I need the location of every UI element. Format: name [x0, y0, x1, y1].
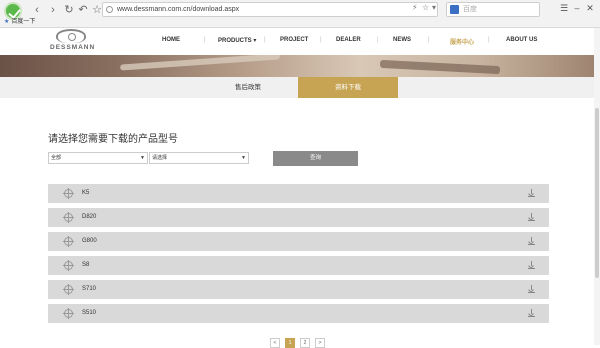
nav-project[interactable]: PROJECT	[280, 37, 308, 43]
chevron-down-icon: ▼	[241, 155, 246, 161]
nav-divider: |	[488, 37, 490, 43]
crosshair-icon	[63, 212, 74, 223]
nav-divider: |	[428, 37, 430, 43]
nav-divider: |	[264, 37, 266, 43]
nav-service-center[interactable]: 服务中心	[450, 37, 474, 46]
nav-divider: |	[377, 37, 379, 43]
crosshair-icon	[63, 308, 74, 319]
crosshair-icon	[63, 188, 74, 199]
browser-toolbar: ‹ › ↻ ↶ ☆ www.dessmann.com.cn/download.a…	[0, 0, 600, 28]
reload-icon[interactable]: ↻	[62, 3, 76, 17]
product-row[interactable]: S710	[48, 280, 549, 299]
product-name: D820	[82, 214, 97, 220]
page-title: 请选择您需要下载的产品型号	[48, 134, 178, 145]
product-row[interactable]: K5	[48, 184, 549, 203]
product-row[interactable]: D820	[48, 208, 549, 227]
nav-dealer[interactable]: DEALER	[336, 37, 361, 43]
forward-icon[interactable]: ›	[46, 3, 60, 17]
crosshair-icon	[63, 284, 74, 295]
download-icon[interactable]	[528, 237, 535, 245]
lightning-icon[interactable]: ⚡	[412, 3, 418, 12]
model-select[interactable]: 请选择 ▼	[149, 152, 249, 164]
download-icon[interactable]	[528, 189, 535, 197]
product-name: S510	[82, 310, 97, 316]
close-icon[interactable]: ✕	[584, 2, 596, 14]
product-name: S710	[82, 286, 97, 292]
hero-banner	[0, 55, 600, 77]
product-name: K5	[82, 190, 90, 196]
crosshair-icon	[63, 236, 74, 247]
pagination-page[interactable]: 2	[300, 338, 310, 348]
pagination-next[interactable]: >	[315, 338, 325, 348]
category-select-value: 全部	[51, 155, 62, 161]
download-icon[interactable]	[528, 213, 535, 221]
back-icon[interactable]: ‹	[30, 3, 44, 17]
product-row[interactable]: S8	[48, 256, 549, 275]
nav-news[interactable]: NEWS	[393, 37, 411, 43]
tab-after-sales-policy[interactable]: 售后政策	[198, 77, 298, 98]
logo-text: DESSMANN	[50, 44, 96, 51]
banner-decoration	[379, 59, 501, 75]
crosshair-icon	[63, 260, 74, 271]
nav-about-us[interactable]: ABOUT US	[506, 37, 537, 43]
chevron-down-icon: ▼	[140, 155, 145, 161]
query-button[interactable]: 查询	[273, 151, 358, 166]
nav-products[interactable]: PRODUCTS ▾	[218, 37, 256, 44]
info-icon	[106, 6, 113, 13]
logo-emblem-icon	[56, 29, 86, 43]
scrollbar[interactable]	[594, 28, 600, 345]
model-select-value: 请选择	[152, 155, 168, 161]
address-bar[interactable]: www.dessmann.com.cn/download.aspx	[102, 2, 438, 17]
pagination-prev[interactable]: <	[270, 338, 280, 348]
bookmark-item[interactable]: ★ 百度一下	[4, 18, 35, 27]
product-row[interactable]: S510	[48, 304, 549, 323]
product-row[interactable]: G800	[48, 232, 549, 251]
nav-divider: |	[320, 37, 322, 43]
baidu-icon	[450, 5, 459, 14]
download-icon[interactable]	[528, 309, 535, 317]
pagination-page[interactable]: 1	[285, 338, 295, 348]
minimize-icon[interactable]: –	[571, 2, 583, 14]
download-icon[interactable]	[528, 261, 535, 269]
dessmann-logo[interactable]: DESSMANN	[50, 29, 120, 54]
nav-home[interactable]: HOME	[162, 37, 180, 43]
tab-bar: 售后政策 资料下载	[0, 77, 600, 98]
category-select[interactable]: 全部 ▼	[48, 152, 148, 164]
search-placeholder: 百度	[463, 6, 477, 13]
favorite-icon[interactable]: ☆	[422, 3, 429, 12]
menu-icon[interactable]: ☰	[558, 2, 570, 14]
search-input[interactable]: 百度	[446, 2, 540, 17]
undo-icon[interactable]: ↶	[76, 3, 90, 17]
url-text: www.dessmann.com.cn/download.aspx	[117, 6, 240, 13]
dropdown-icon[interactable]: ▾	[432, 3, 436, 12]
product-name: G800	[82, 238, 97, 244]
site-header: DESSMANN HOME | PRODUCTS ▾ | PROJECT | D…	[0, 28, 600, 55]
download-icon[interactable]	[528, 285, 535, 293]
tab-downloads[interactable]: 资料下载	[298, 77, 398, 98]
product-name: S8	[82, 262, 90, 268]
scrollbar-thumb[interactable]	[595, 108, 599, 278]
nav-divider: |	[204, 37, 206, 43]
banner-decoration	[119, 55, 281, 71]
bookmark-label: 百度一下	[11, 19, 36, 25]
bookmark-icon: ★	[4, 19, 10, 25]
